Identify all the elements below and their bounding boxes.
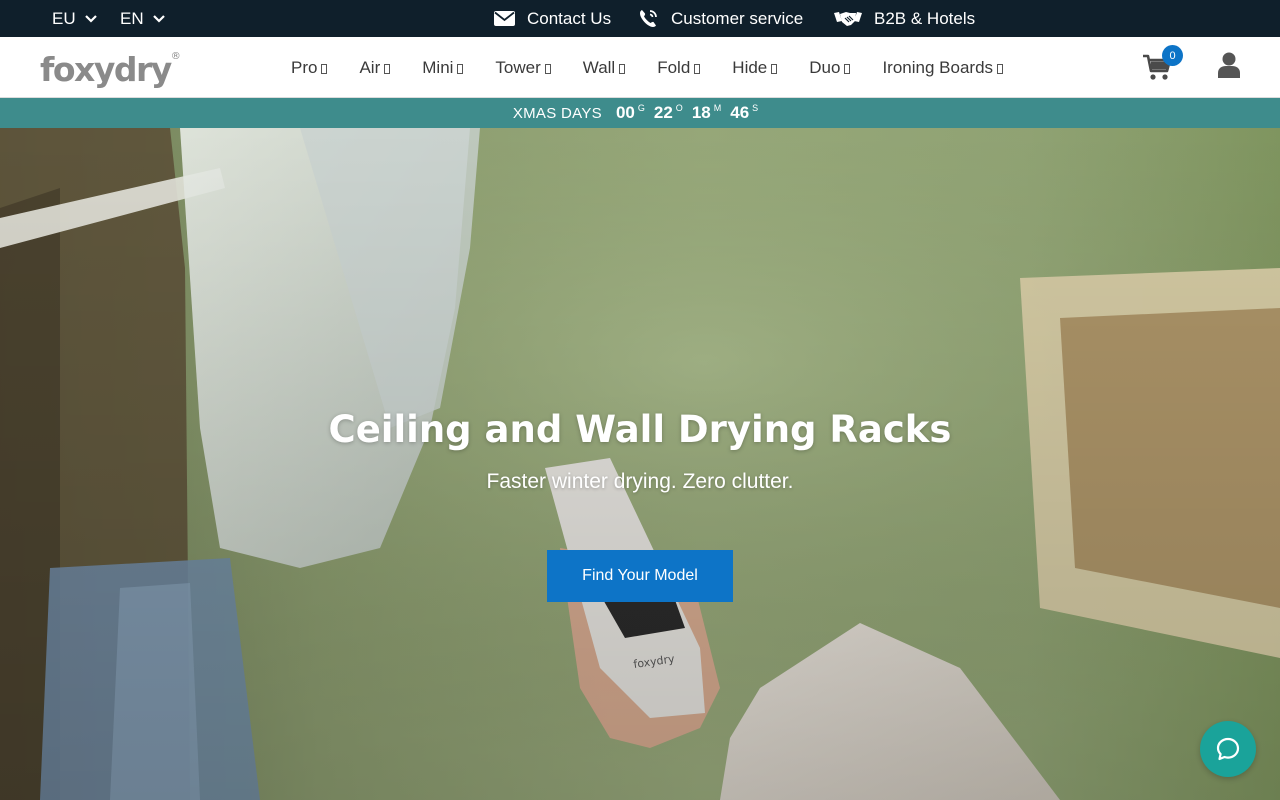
foxydry-logo[interactable]: foxydry® xyxy=(40,49,181,88)
user-icon xyxy=(1218,52,1240,78)
main-header: foxydry® Pro Air Mini Tower Wall Fold Hi… xyxy=(0,37,1280,98)
language-label: EN xyxy=(120,8,144,28)
contact-us-link[interactable]: Contact Us xyxy=(494,0,611,37)
countdown-hours-unit: O xyxy=(675,103,683,113)
nav-label: Tower xyxy=(495,57,541,77)
chat-widget-button[interactable] xyxy=(1200,721,1256,777)
b2b-hotels-link[interactable]: B2B & Hotels xyxy=(834,0,975,37)
countdown-days-unit: G xyxy=(637,103,645,113)
dropdown-caret-icon xyxy=(771,64,778,74)
nav-label: Mini xyxy=(422,57,454,77)
nav-label: Pro xyxy=(291,57,318,77)
region-selector[interactable]: EU xyxy=(52,0,98,37)
b2b-hotels-label: B2B & Hotels xyxy=(874,8,976,28)
chevron-down-icon xyxy=(84,12,98,26)
phone-icon xyxy=(638,8,659,29)
nav-item-ironing-boards[interactable]: Ironing Boards xyxy=(882,57,1004,78)
nav-item-tower[interactable]: Tower xyxy=(495,57,551,78)
hero-subtitle: Faster winter drying. Zero clutter. xyxy=(486,470,794,493)
dropdown-caret-icon xyxy=(457,64,464,74)
countdown-minutes: 18 xyxy=(691,103,711,122)
hero-background-image: foxydry xyxy=(0,128,1280,800)
chat-bubble-icon xyxy=(1216,737,1240,761)
hero-banner: foxydry Ceiling and Wall Drying Racks Fa… xyxy=(0,128,1280,800)
dropdown-caret-icon xyxy=(384,64,391,74)
dropdown-caret-icon xyxy=(321,64,328,74)
language-selector[interactable]: EN xyxy=(120,0,166,37)
countdown-seconds: 46 xyxy=(730,103,750,122)
account-button[interactable] xyxy=(1218,52,1240,78)
nav-item-duo[interactable]: Duo xyxy=(809,57,851,78)
envelope-icon xyxy=(494,11,515,26)
dropdown-caret-icon xyxy=(997,64,1004,74)
nav-item-mini[interactable]: Mini xyxy=(422,57,464,78)
nav-item-wall[interactable]: Wall xyxy=(582,57,626,78)
dropdown-caret-icon xyxy=(619,64,626,74)
cart-count-badge: 0 xyxy=(1162,45,1183,66)
dropdown-caret-icon xyxy=(544,64,551,74)
nav-label: Duo xyxy=(809,57,841,77)
nav-label: Wall xyxy=(582,57,616,77)
xmas-countdown-bar: XMAS DAYS 00 G 22 O 18 M 46 S xyxy=(0,98,1280,128)
handshake-icon xyxy=(834,9,862,29)
nav-item-pro[interactable]: Pro xyxy=(291,57,328,78)
countdown-label: XMAS DAYS xyxy=(512,104,602,122)
countdown-hours: 22 xyxy=(653,103,673,122)
main-nav: Pro Air Mini Tower Wall Fold Hide Duo Ir… xyxy=(291,37,1035,98)
nav-label: Hide xyxy=(732,57,768,77)
hero-title: Ceiling and Wall Drying Racks xyxy=(328,408,952,451)
countdown-minutes-unit: M xyxy=(713,103,722,113)
countdown-seconds-unit: S xyxy=(752,103,759,113)
chevron-down-icon xyxy=(152,12,166,26)
logo-registered-mark: ® xyxy=(170,51,181,62)
dropdown-caret-icon xyxy=(844,64,851,74)
nav-item-air[interactable]: Air xyxy=(359,57,391,78)
nav-item-fold[interactable]: Fold xyxy=(657,57,701,78)
dropdown-caret-icon xyxy=(694,64,701,74)
nav-label: Fold xyxy=(657,57,691,77)
countdown-days: 00 xyxy=(615,103,635,122)
top-utility-bar: EU EN Contact Us Customer service B2B & … xyxy=(0,0,1280,37)
find-your-model-button[interactable]: Find Your Model xyxy=(547,550,733,602)
logo-text: foxydry xyxy=(40,50,172,89)
nav-label: Ironing Boards xyxy=(882,57,994,77)
customer-service-link[interactable]: Customer service xyxy=(638,0,803,37)
customer-service-label: Customer service xyxy=(671,8,804,28)
nav-item-hide[interactable]: Hide xyxy=(732,57,778,78)
region-label: EU xyxy=(52,8,76,28)
contact-us-label: Contact Us xyxy=(527,8,612,28)
nav-label: Air xyxy=(359,57,381,77)
